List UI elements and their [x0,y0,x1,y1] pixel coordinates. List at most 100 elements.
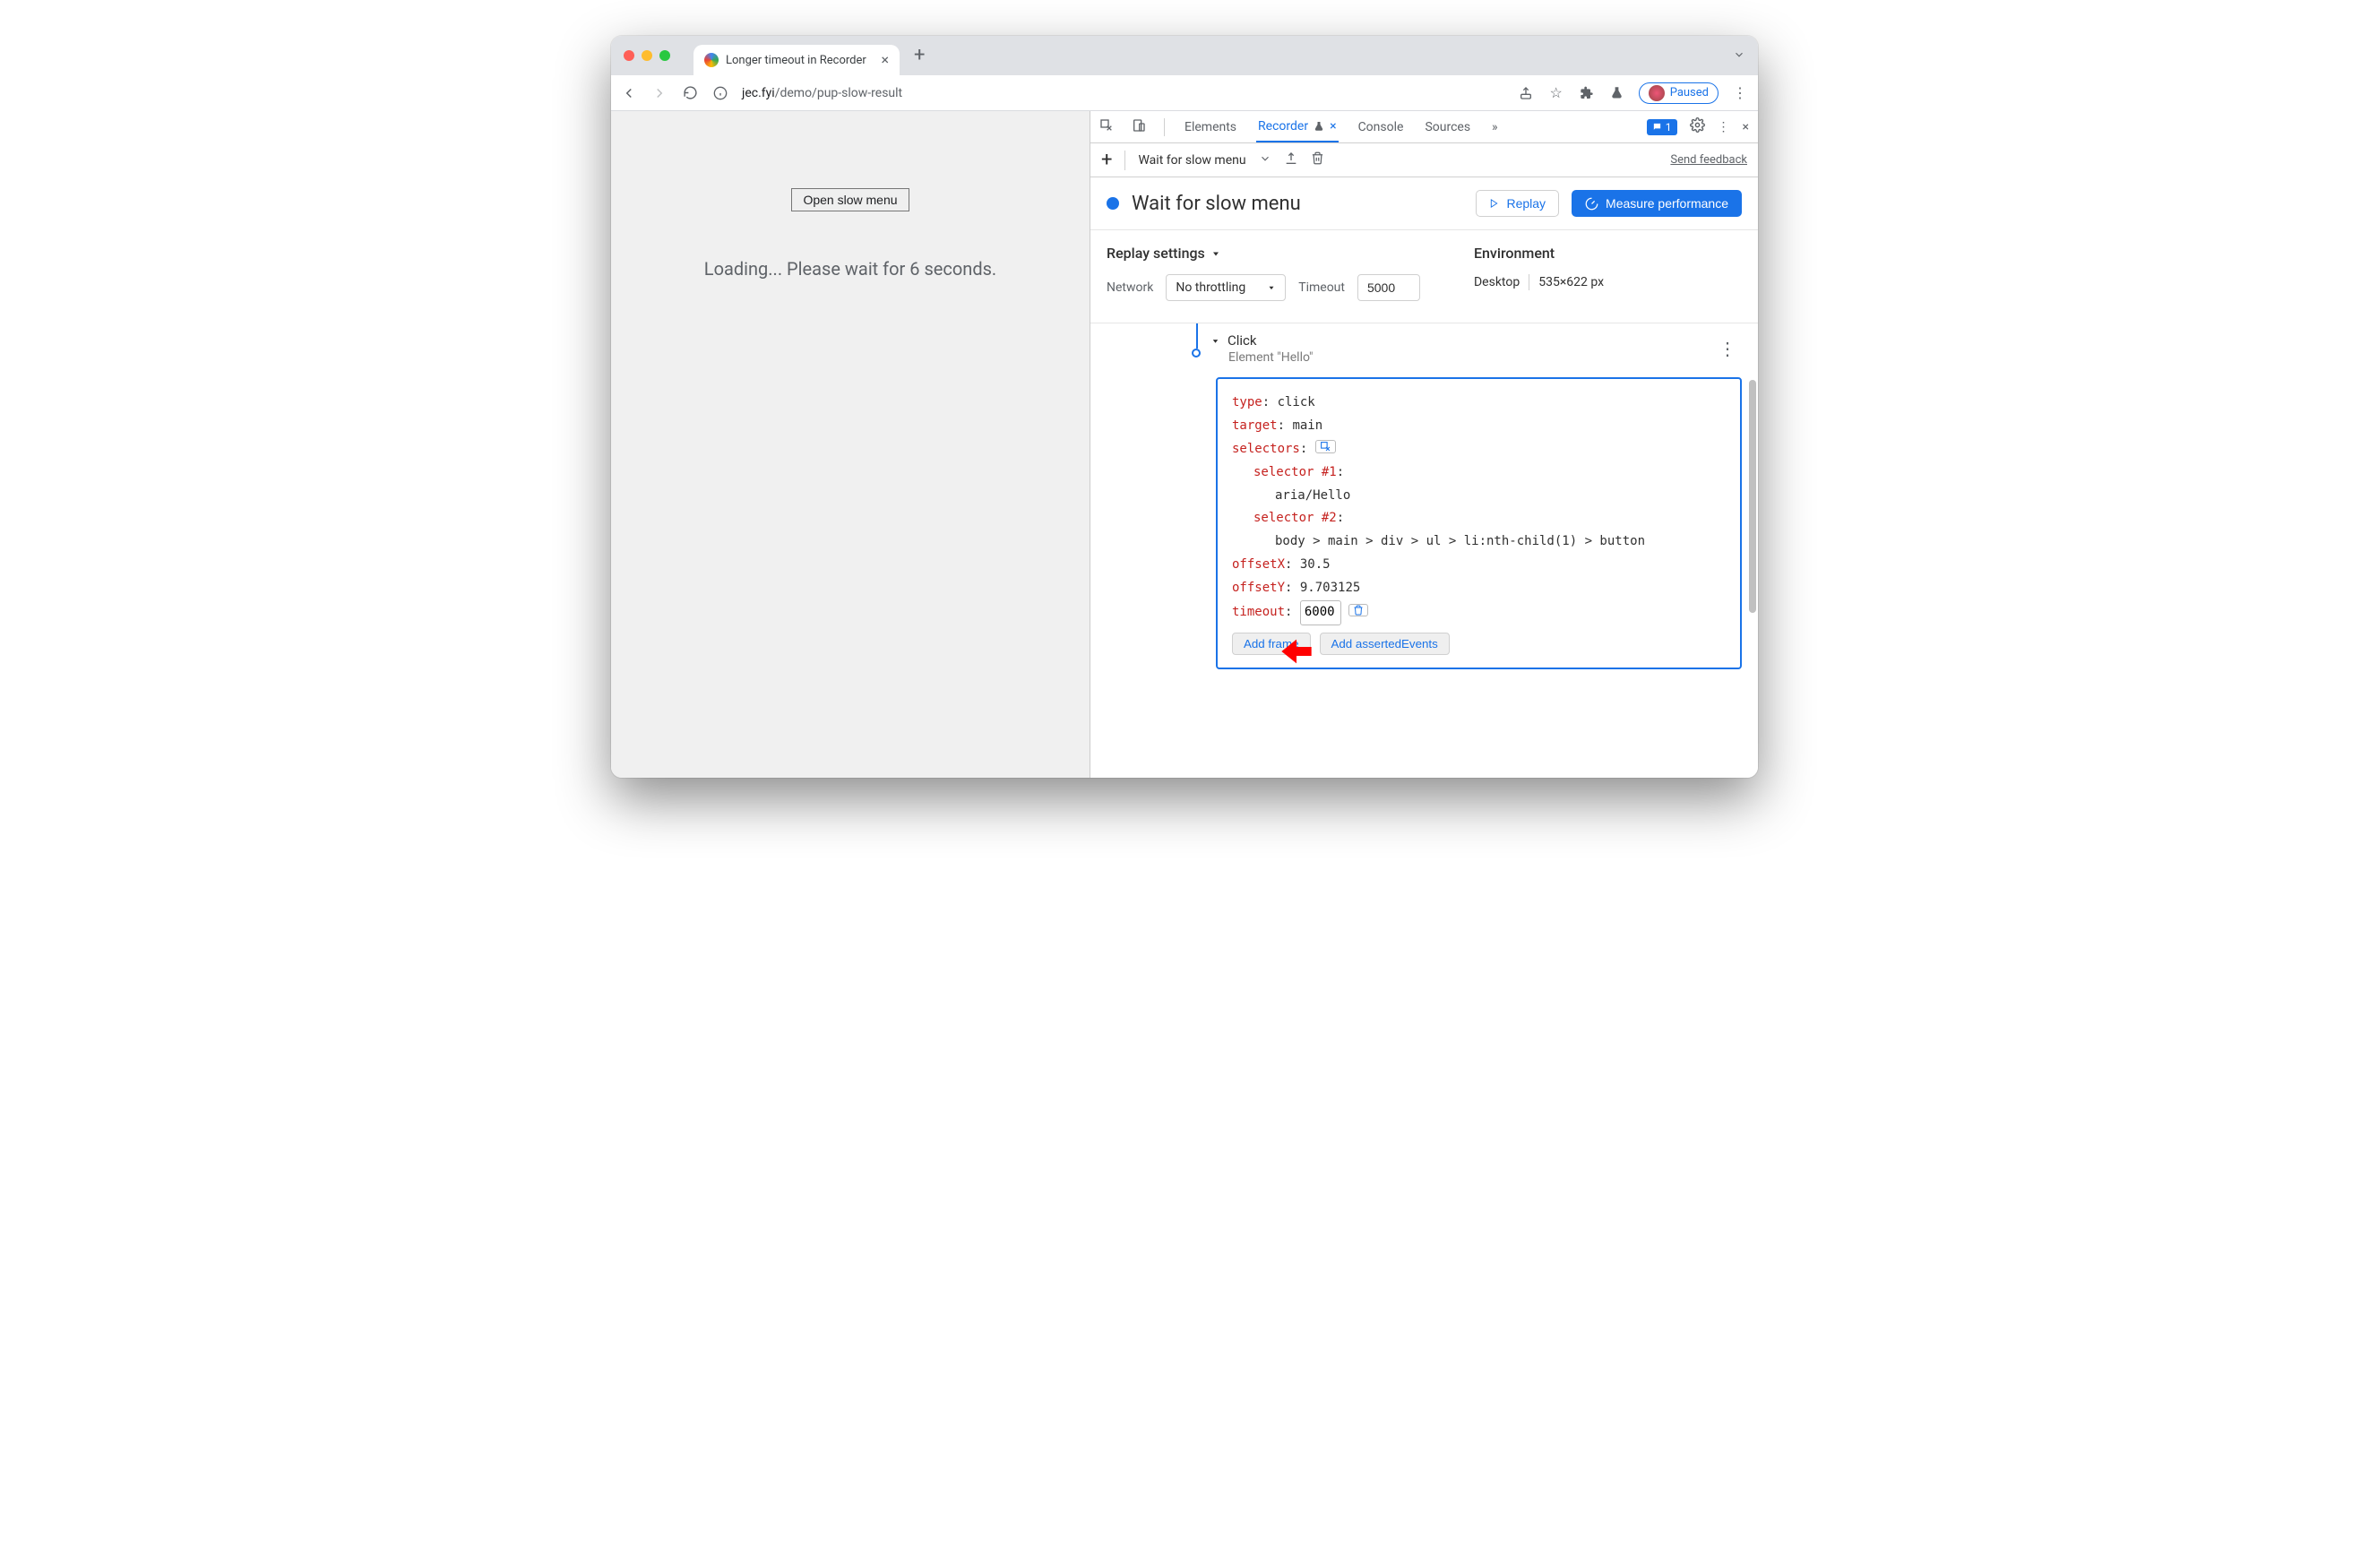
device-toggle-icon[interactable] [1132,118,1146,136]
status-dot-icon [1107,197,1119,210]
close-devtools-button[interactable]: × [1743,120,1749,134]
replay-label: Replay [1506,196,1546,211]
share-icon[interactable] [1517,86,1535,100]
devtools-panel: Elements Recorder × Console Sources » 1 … [1090,111,1758,778]
delete-icon[interactable] [1311,151,1324,168]
annotation-arrow [1279,633,1314,669]
browser-toolbar: jec.fyi/demo/pup-slow-result ☆ Paused ⋮ [611,75,1758,111]
close-tab-button[interactable]: × [881,53,889,67]
browser-tab[interactable]: Longer timeout in Recorder × [693,45,900,75]
selector2-value[interactable]: body > main > div > ul > li:nth-child(1)… [1232,530,1726,554]
chevron-down-icon [1267,283,1276,292]
replay-settings-label: Replay settings [1107,245,1205,262]
avatar-icon [1649,85,1665,101]
bookmark-icon[interactable]: ☆ [1547,84,1565,101]
content-split: Open slow menu Loading... Please wait fo… [611,111,1758,778]
tab-console[interactable]: Console [1357,111,1406,142]
tab-more[interactable]: » [1490,111,1500,142]
viewport-dims: 535×622 px [1538,275,1604,289]
caret-down-icon [1210,336,1220,346]
export-icon[interactable] [1284,151,1298,169]
page-viewport: Open slow menu Loading... Please wait fo… [611,111,1090,778]
device-label: Desktop [1474,275,1520,289]
window-controls [624,50,670,61]
network-label: Network [1107,280,1153,295]
replay-button[interactable]: Replay [1476,190,1559,217]
environment-info: Desktop 535×622 px [1474,274,1604,290]
url-display[interactable]: jec.fyi/demo/pup-slow-result [742,86,902,100]
site-info-icon[interactable] [711,86,729,100]
paused-label: Paused [1670,86,1709,99]
close-panel-icon[interactable]: × [1330,119,1336,134]
extensions-icon[interactable] [1578,86,1596,100]
tabs-chevron-icon[interactable] [1733,47,1745,65]
favicon-icon [704,53,719,67]
chat-icon [1652,122,1662,132]
add-asserted-events-button[interactable]: Add assertedEvents [1320,633,1450,655]
tab-strip: Longer timeout in Recorder × + [611,36,1758,75]
recording-header: Wait for slow menu Replay Measure perfor… [1090,177,1758,230]
selectors-picker-icon[interactable] [1315,440,1336,453]
selector1-key: selector #1 [1253,465,1337,479]
network-throttling-select[interactable]: No throttling [1166,274,1286,301]
flask-icon [1314,121,1324,132]
tab-elements[interactable]: Elements [1183,111,1238,142]
step-timeout-input[interactable] [1300,600,1341,625]
measure-label: Measure performance [1606,196,1728,211]
devtools-menu-button[interactable]: ⋮ [1718,120,1730,134]
offsety-key: offsetY [1232,581,1285,595]
maximize-window-button[interactable] [659,50,670,61]
new-tab-button[interactable]: + [914,46,925,65]
inspect-icon[interactable] [1099,118,1114,136]
target-key: target [1232,418,1278,433]
selector1-value[interactable]: aria/Hello [1232,485,1726,508]
add-recording-button[interactable]: + [1101,149,1112,171]
network-value: No throttling [1176,280,1245,295]
tab-sources[interactable]: Sources [1423,111,1472,142]
type-key: type [1232,395,1262,409]
measure-performance-button[interactable]: Measure performance [1572,190,1742,217]
step-subtitle: Element "Hello" [1228,350,1742,365]
profile-paused-pill[interactable]: Paused [1639,82,1719,104]
issues-count: 1 [1666,121,1672,134]
step-menu-button[interactable]: ⋮ [1719,338,1736,359]
settings-icon[interactable] [1690,117,1705,136]
step-header[interactable]: Click [1210,332,1742,349]
issues-badge[interactable]: 1 [1647,119,1677,135]
step-timeout-key: timeout [1232,605,1285,619]
play-icon [1489,198,1499,209]
loading-text: Loading... Please wait for 6 seconds. [704,258,996,280]
step-title: Click [1228,332,1257,349]
close-window-button[interactable] [624,50,634,61]
steps-area: ⋮ Click Element "Hello" type: click targ… [1090,323,1758,778]
forward-button[interactable] [650,85,668,101]
global-timeout-input[interactable] [1357,274,1420,301]
devtools-tabs: Elements Recorder × Console Sources » 1 … [1090,111,1758,143]
replay-settings-heading[interactable]: Replay settings [1107,245,1420,262]
labs-icon[interactable] [1608,86,1626,99]
open-slow-menu-button[interactable]: Open slow menu [791,188,909,211]
selectors-key: selectors [1232,442,1300,456]
offsety-value[interactable]: 9.703125 [1300,581,1360,595]
environment-heading: Environment [1474,245,1604,262]
recording-name[interactable]: Wait for slow menu [1138,153,1245,168]
minimize-window-button[interactable] [642,50,652,61]
type-value[interactable]: click [1278,395,1315,409]
recording-chevron-icon[interactable] [1259,152,1271,168]
caret-down-icon [1210,248,1221,259]
tab-recorder[interactable]: Recorder × [1256,111,1339,142]
target-value[interactable]: main [1292,418,1322,433]
tab-title: Longer timeout in Recorder [726,54,866,67]
url-host: jec.fyi [742,86,775,100]
delete-timeout-icon[interactable] [1348,604,1368,616]
timeout-label: Timeout [1298,280,1345,295]
browser-menu-button[interactable]: ⋮ [1731,84,1749,101]
feedback-link[interactable]: Send feedback [1670,153,1747,167]
gauge-icon [1585,197,1598,211]
offsetx-key: offsetX [1232,557,1285,572]
recording-title: Wait for slow menu [1132,193,1301,215]
reload-button[interactable] [681,85,699,100]
offsetx-value[interactable]: 30.5 [1300,557,1331,572]
replay-settings-section: Replay settings Network No throttling Ti… [1090,230,1758,323]
back-button[interactable] [620,85,638,101]
